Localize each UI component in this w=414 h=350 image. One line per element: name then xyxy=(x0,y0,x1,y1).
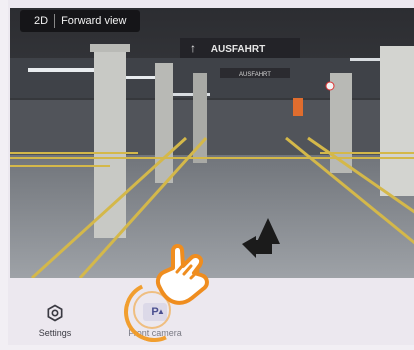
pointing-hand-icon xyxy=(155,244,209,305)
mode-forward-button[interactable]: Forward view xyxy=(55,10,132,32)
up-arrow-icon: ↑ xyxy=(190,41,196,55)
exit-sign-main: AUSFAHRT xyxy=(211,44,265,55)
settings-button[interactable]: Settings xyxy=(20,303,90,338)
exit-sign-secondary: AUSFAHRT xyxy=(239,72,271,78)
view-toggle[interactable]: 2D Forward view xyxy=(20,10,141,32)
settings-icon xyxy=(47,304,63,322)
settings-label: Settings xyxy=(38,328,72,338)
mode-2d-button[interactable]: 2D xyxy=(28,10,54,32)
